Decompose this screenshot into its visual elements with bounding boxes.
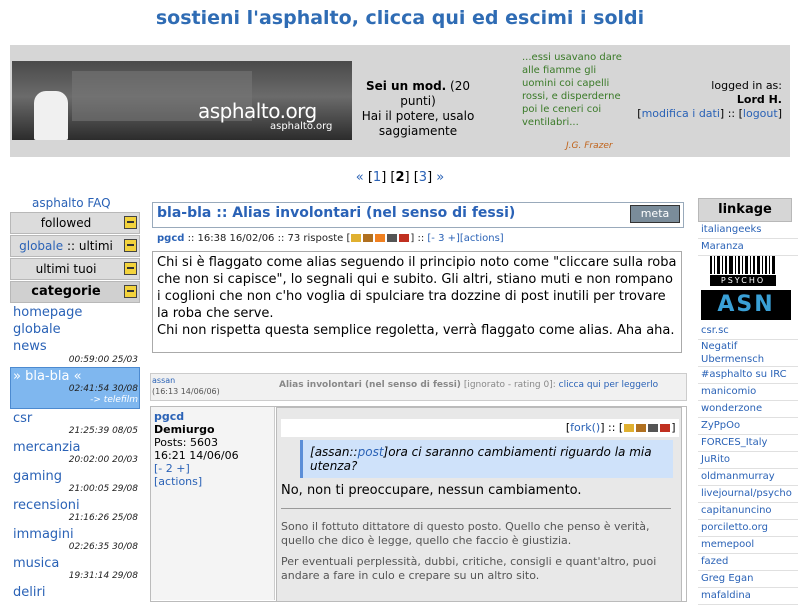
categorie-header[interactable]: categorie — [10, 281, 140, 303]
mod-label: Sei un mod. — [365, 79, 447, 93]
linkage-link[interactable]: Maranza — [698, 239, 798, 256]
linkage-link[interactable]: mafaldina — [698, 588, 798, 605]
ultimi-label: ultimi — [78, 239, 113, 253]
linkage-link[interactable]: FORCES_Italy — [698, 435, 798, 452]
pager-next[interactable]: » — [436, 170, 444, 185]
linkage-link[interactable]: oldmanmurray — [698, 469, 798, 486]
thread-actions-link[interactable]: [- 3 +][actions] — [427, 233, 503, 244]
notes-icon[interactable] — [387, 234, 398, 242]
post-time: 16:21 14/06/06 — [154, 449, 239, 462]
linkage-link[interactable]: wonderzone — [698, 401, 798, 418]
notes-icon[interactable] — [648, 424, 659, 432]
linkage-link[interactable]: JuRito — [698, 452, 798, 469]
fork-link[interactable]: fork() — [570, 421, 600, 434]
post-author-info: pgcd Demiurgo Posts: 5603 16:21 14/06/06… — [154, 410, 239, 488]
pagination: « [1] [2] [3] » — [355, 170, 445, 185]
minimize-icon[interactable] — [124, 262, 137, 275]
logged-label: logged in as: — [711, 79, 782, 92]
site-header: asphalto.org asphalto.org Sei un mod. (2… — [10, 45, 790, 157]
quoted-text: [assan::post]ora ci saranno cambiamenti … — [310, 445, 652, 473]
followed-label: followed — [40, 216, 92, 230]
post-vote[interactable]: [- 2 +] — [154, 462, 190, 475]
minimize-icon[interactable] — [124, 285, 137, 298]
username: Lord H. — [736, 93, 782, 106]
thread-body: Chi si è flaggato come alias seguendo il… — [157, 255, 677, 338]
categorie-label: categorie — [31, 284, 101, 299]
linkage-link[interactable]: livejournal/psycho — [698, 486, 798, 503]
linkage-link[interactable]: csr.sc — [698, 323, 798, 340]
linkage-link[interactable]: manicomio — [698, 384, 798, 401]
linkage-header: linkage — [698, 198, 792, 222]
post-author-link[interactable]: pgcd — [154, 410, 184, 423]
signature-divider — [281, 508, 671, 509]
linkage-link[interactable]: fazed — [698, 554, 798, 571]
thread-info: :: 16:38 16/02/06 :: 73 risposte — [187, 233, 344, 244]
signature: Sono il fottuto dittatore di questo post… — [281, 520, 657, 582]
mod-status: Sei un mod. (20 punti) Hai il potere, us… — [358, 79, 478, 139]
arrow-icon[interactable] — [399, 234, 410, 242]
linkage-link[interactable]: #asphalto su IRC — [698, 367, 798, 384]
linkage-link[interactable]: italiangeeks — [698, 222, 798, 239]
logout-link[interactable]: logout — [743, 107, 778, 120]
pager-prev[interactable]: « — [356, 170, 364, 185]
rss-icon[interactable] — [375, 234, 386, 242]
faq-link[interactable]: asphalto FAQ — [32, 196, 111, 210]
pager-current-page: 2 — [395, 170, 405, 185]
ignored-post-meta: assan (16:13 14/06/06) — [152, 376, 220, 396]
arrow-icon[interactable] — [660, 424, 671, 432]
ignored-post-title: Alias involontari (nel senso di fessi) — [279, 380, 461, 390]
read-ignored-link[interactable]: clicca qui per leggerlo — [559, 380, 659, 390]
ultimi-tuoi-label: ultimi tuoi — [35, 262, 97, 276]
header-quote: ...essi usavano dare alle fiamme gli uom… — [522, 52, 622, 128]
thread-title[interactable]: bla-bla :: Alias involontari (nel senso … — [157, 205, 515, 221]
print-icon[interactable] — [636, 424, 647, 432]
asn-banner[interactable]: ASN — [701, 290, 791, 320]
author-post-count: Posts: 5603 — [154, 436, 218, 449]
meta-button[interactable]: meta — [630, 205, 680, 223]
linkage-link[interactable]: memepool — [698, 537, 798, 554]
print-icon[interactable] — [363, 234, 374, 242]
mail-icon[interactable] — [351, 234, 362, 242]
author-rank: Demiurgo — [154, 423, 215, 436]
ignored-post-info: Alias involontari (nel senso di fessi) [… — [279, 380, 658, 390]
followed-button[interactable]: followed — [10, 212, 140, 234]
quote-post-link[interactable]: post — [358, 445, 384, 459]
globale-ultimi-button[interactable]: globale :: ultimi — [10, 235, 140, 257]
minimize-icon[interactable] — [124, 216, 137, 229]
post-actions-link[interactable]: [actions] — [154, 475, 202, 488]
pager-page-3[interactable]: 3 — [419, 170, 427, 185]
psycho-label: PSYCHO — [710, 275, 776, 286]
site-logo[interactable]: asphalto.org asphalto.org — [12, 61, 352, 140]
logo-text: asphalto.org — [198, 99, 317, 123]
linkage-link[interactable]: Greg Egan — [698, 571, 798, 588]
post-toolbar: [fork()] :: [] — [281, 419, 679, 437]
ignored-user-link[interactable]: assan — [152, 376, 175, 385]
mail-icon[interactable] — [624, 424, 635, 432]
globale-link[interactable]: globale — [19, 239, 63, 253]
minimize-icon[interactable] — [124, 239, 137, 252]
ultimi-tuoi-button[interactable]: ultimi tuoi — [10, 258, 140, 280]
donation-banner[interactable]: sostieni l'asphalto, clicca qui ed escim… — [0, 0, 800, 38]
linkage-link[interactable]: capitanuncino — [698, 503, 798, 520]
thread-author-link[interactable]: pgcd — [157, 233, 184, 244]
linkage-link[interactable]: ZyPpOo — [698, 418, 798, 435]
edit-profile-link[interactable]: modifica i dati — [642, 107, 720, 120]
quote-author: J.G. Frazer — [566, 141, 613, 151]
logo-subtext: asphalto.org — [270, 121, 333, 132]
subcategory-link[interactable]: -> telefilm — [90, 395, 138, 405]
login-box: logged in as: Lord H. [modifica i dati] … — [637, 79, 782, 120]
psycho-banner[interactable]: PSYCHO — [706, 256, 778, 286]
pager-page-1[interactable]: 1 — [373, 170, 381, 185]
linkage-link[interactable]: Negatif Ubermensch — [698, 340, 798, 367]
thread-meta: pgcd :: 16:38 16/02/06 :: 73 risposte []… — [157, 233, 504, 244]
reply-text: No, non ti preoccupare, nessun cambiamen… — [281, 483, 582, 498]
ignored-note: [ignorato - rating 0]: — [463, 380, 556, 390]
linkage-link[interactable]: porciletto.org — [698, 520, 798, 537]
mod-text: Hai il potere, usalo saggiamente — [361, 109, 475, 138]
donation-banner-text[interactable]: sostieni l'asphalto, clicca qui ed escim… — [156, 7, 644, 29]
